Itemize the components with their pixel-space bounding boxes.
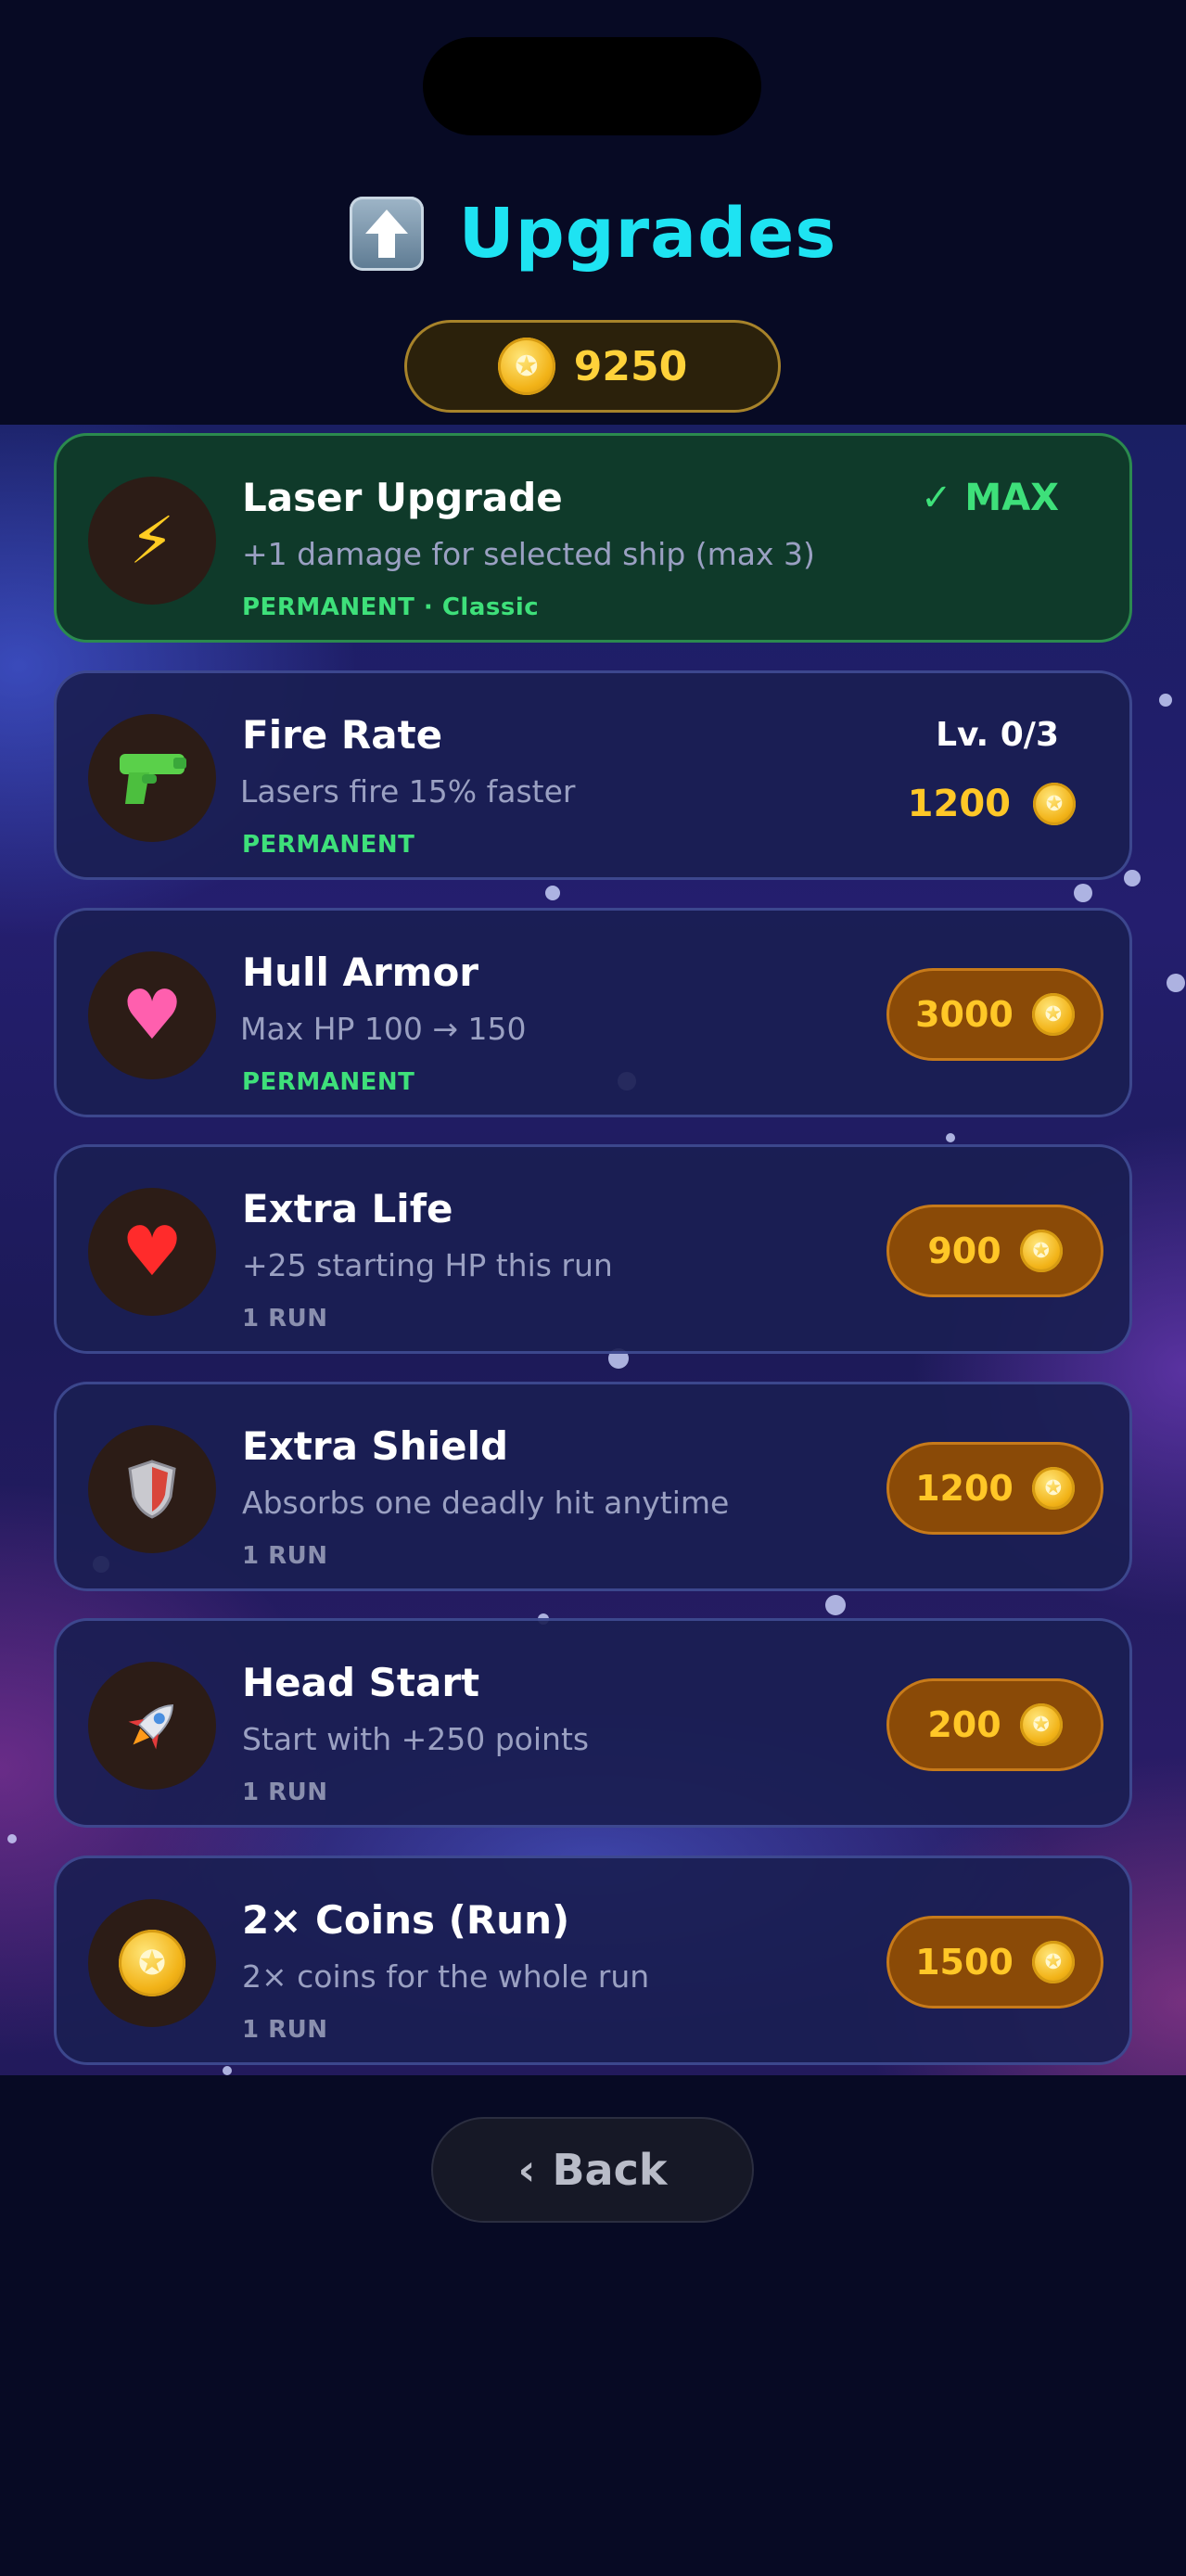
level-indicator: Lv. 0/3 <box>936 716 1059 754</box>
buy-button[interactable]: 900 ✪ <box>886 1205 1103 1297</box>
upgrade-description: Lasers fire 15% faster <box>240 773 576 810</box>
buy-button[interactable]: 1500 ✪ <box>886 1916 1103 2009</box>
star <box>946 1133 955 1142</box>
upgrade-card-double-coins: ✪ 2× Coins (Run) 2× coins for the whole … <box>54 1855 1132 2065</box>
upgrade-type-tag: PERMANENT <box>242 831 415 859</box>
coin-balance-value: 9250 <box>573 342 688 390</box>
page-header: Upgrades <box>0 185 1186 282</box>
camera-notch <box>423 37 761 135</box>
upgrade-description: +25 starting HP this run <box>242 1247 613 1283</box>
upgrade-card-laser: ⚡ Laser Upgrade +1 damage for selected s… <box>54 433 1132 643</box>
star <box>1074 884 1092 902</box>
star <box>1124 870 1141 886</box>
coin-icon: ✪ <box>88 1899 216 2027</box>
upgrade-card-fire-rate[interactable]: Fire Rate Lasers fire 15% faster PERMANE… <box>54 670 1132 880</box>
back-button[interactable]: ‹ Back <box>431 2117 754 2223</box>
star <box>1167 974 1185 992</box>
coin-icon: ✪ <box>1019 1703 1063 1746</box>
red-heart-icon: ♥ <box>88 1188 216 1316</box>
coin-icon: ✪ <box>1031 1941 1075 1983</box>
coin-icon: ✪ <box>1019 1230 1063 1272</box>
upgrade-type-tag: 1 RUN <box>242 1542 328 1570</box>
buy-button[interactable]: 200 ✪ <box>886 1678 1103 1771</box>
upgrade-title: Head Start <box>242 1660 480 1705</box>
buy-button[interactable]: 3000 ✪ <box>886 968 1103 1061</box>
upgrade-title: Extra Life <box>242 1186 453 1231</box>
coin-balance: ✪ 9250 <box>404 320 781 413</box>
star <box>825 1595 846 1615</box>
buy-button[interactable]: 1200 ✪ <box>886 1442 1103 1535</box>
upgrade-description: Start with +250 points <box>242 1721 590 1757</box>
star <box>223 2066 232 2075</box>
upgrade-card-extra-life: ♥ Extra Life +25 starting HP this run 1 … <box>54 1144 1132 1354</box>
upgrade-description: +1 damage for selected ship (max 3) <box>242 536 815 572</box>
upgrade-card-extra-shield: Extra Shield Absorbs one deadly hit anyt… <box>54 1382 1132 1591</box>
price-value: 3000 <box>915 994 1014 1035</box>
price-value: 900 <box>927 1231 1001 1271</box>
star <box>1159 694 1172 707</box>
coin-icon: ✪ <box>497 338 555 395</box>
max-status-badge: ✓ MAX <box>920 477 1059 519</box>
upgrade-title: Fire Rate <box>242 712 443 758</box>
up-arrow-icon <box>349 197 424 271</box>
coin-icon: ✪ <box>1031 993 1075 1036</box>
upgrade-title: Hull Armor <box>242 950 479 995</box>
lightning-icon: ⚡ <box>88 477 216 605</box>
shield-icon <box>88 1425 216 1553</box>
upgrade-card-head-start: Head Start Start with +250 points 1 RUN … <box>54 1618 1132 1828</box>
upgrade-type-tag: 1 RUN <box>242 1779 328 1806</box>
coin-icon: ✪ <box>1031 1467 1075 1510</box>
upgrade-type-tag: 1 RUN <box>242 2016 328 2044</box>
upgrade-description: Max HP 100 → 150 <box>240 1011 527 1047</box>
upgrade-type-tag: PERMANENT · Classic <box>242 593 540 621</box>
pink-heart-icon: ♥ <box>88 951 216 1079</box>
upgrade-description: Absorbs one deadly hit anytime <box>242 1485 730 1521</box>
water-pistol-icon <box>88 714 216 842</box>
upgrade-title: Laser Upgrade <box>242 475 563 520</box>
upgrade-title: Extra Shield <box>242 1423 509 1469</box>
rocket-icon <box>88 1662 216 1790</box>
chevron-left-icon: ‹ <box>517 2145 536 2195</box>
coin-icon: ✪ <box>1033 783 1076 825</box>
star <box>545 886 560 900</box>
price-value: 1500 <box>915 1942 1014 1983</box>
star <box>7 1834 17 1843</box>
upgrade-card-hull-armor: ♥ Hull Armor Max HP 100 → 150 PERMANENT … <box>54 908 1132 1117</box>
upgrade-price[interactable]: 1200 ✪ <box>908 783 1076 825</box>
upgrade-type-tag: PERMANENT <box>242 1068 415 1096</box>
upgrade-title: 2× Coins (Run) <box>242 1897 570 1943</box>
upgrade-type-tag: 1 RUN <box>242 1305 328 1333</box>
page-title: Upgrades <box>458 194 837 274</box>
price-value: 1200 <box>907 783 1011 825</box>
price-value: 200 <box>927 1704 1001 1745</box>
upgrade-description: 2× coins for the whole run <box>242 1958 650 1995</box>
back-button-label: Back <box>552 2145 668 2195</box>
price-value: 1200 <box>915 1468 1014 1509</box>
